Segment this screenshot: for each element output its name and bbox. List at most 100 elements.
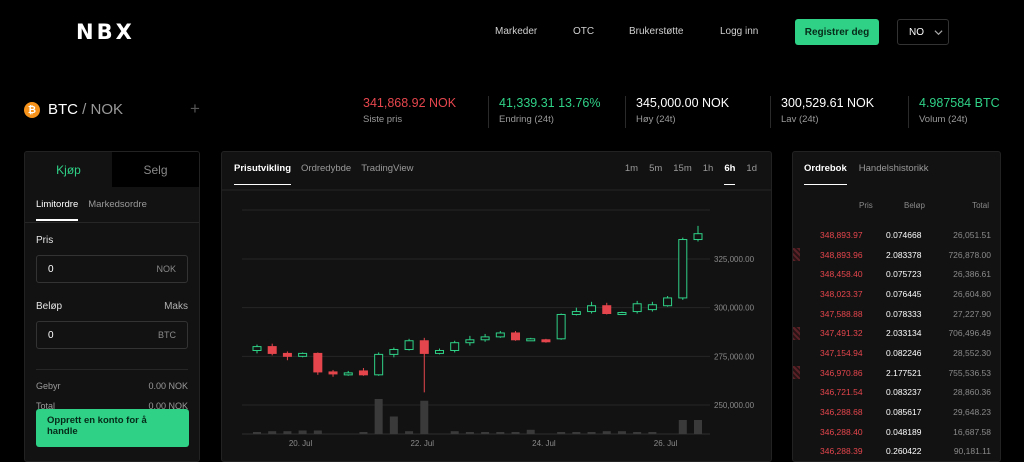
volume-bar (481, 432, 490, 434)
fee-row: Gebyr 0.00 NOK (25, 370, 199, 391)
price-label: Pris (36, 235, 54, 246)
orderbook-row[interactable]: 348,458.40 0.075723 26,386.61 (793, 264, 1000, 284)
row-price: 348,893.96 (820, 249, 863, 260)
tab-handelshistorikk[interactable]: Handelshistorikk (859, 163, 929, 185)
nbx-logo[interactable]: NBX (76, 20, 135, 44)
volume-bar (496, 432, 505, 434)
row-price: 346,288.68 (820, 407, 863, 418)
total-row: Total 0.00 NOK (25, 391, 199, 411)
register-button[interactable]: Registrer deg (795, 19, 879, 45)
row-total: 26,386.61 (953, 269, 991, 280)
volume-bar (283, 431, 292, 434)
depth-marker (793, 326, 800, 340)
range-6h[interactable]: 6h (724, 163, 736, 185)
stat-low: 300,529.61 NOK Lav (24t) (770, 96, 874, 128)
stat-label: Lav (24t) (781, 114, 819, 125)
nav-otc[interactable]: OTC (573, 26, 594, 37)
language-select[interactable]: NO (897, 19, 949, 45)
stat-value: 341,868.92 NOK (363, 96, 457, 110)
row-price: 348,893.97 (820, 229, 863, 240)
candle-down (602, 305, 612, 315)
price-input[interactable]: 0 NOK (36, 255, 188, 283)
col-header-total: Total (972, 201, 989, 210)
orderbook-row[interactable]: 347,588.88 0.078333 27,227.90 (793, 304, 1000, 324)
volume-bar (389, 416, 398, 434)
nav-brukerstotte[interactable]: Brukerstøtte (629, 26, 683, 37)
candle-down (541, 339, 551, 343)
price-unit: NOK (156, 264, 176, 274)
max-amount-link[interactable]: Maks (164, 301, 188, 312)
candle-up (480, 336, 490, 341)
range-5m[interactable]: 5m (649, 163, 662, 185)
candle-up (389, 349, 399, 355)
stat-high: 345,000.00 NOK Høy (24t) (625, 96, 729, 128)
volume-bar (602, 431, 611, 434)
plus-icon[interactable]: + (190, 99, 200, 119)
row-amount: 2.083378 (886, 249, 922, 260)
range-1d[interactable]: 1d (746, 163, 757, 185)
candle-up (571, 311, 581, 315)
stat-label: Endring (24t) (499, 114, 554, 125)
tab-buy[interactable]: Kjøp (25, 152, 112, 187)
chart-view-tabs: Prisutvikling Ordredybde TradingView (234, 163, 413, 185)
range-1h[interactable]: 1h (703, 163, 714, 185)
range-1m[interactable]: 1m (625, 163, 638, 185)
row-amount: 0.076445 (886, 288, 922, 299)
candle-up (298, 352, 308, 357)
stat-label: Høy (24t) (636, 114, 676, 125)
row-total: 26,051.51 (953, 229, 991, 240)
candle-up (678, 239, 688, 299)
orderbook-row[interactable]: 347,154.94 0.082246 28,552.30 (793, 343, 1000, 363)
row-amount: 2.177521 (886, 367, 922, 378)
orderbook-row[interactable]: 348,893.96 2.083378 726,878.00 (793, 245, 1000, 265)
x-tick-label: 26. Jul (654, 439, 678, 448)
nav-logg-inn[interactable]: Logg inn (720, 26, 758, 37)
candlestick-chart[interactable]: 325,000.00 300,000.00 275,000.00 250,000.00… (222, 152, 772, 462)
row-price: 346,288.39 (820, 446, 863, 457)
nav-markeder[interactable]: Markeder (495, 26, 537, 37)
x-tick-label: 22. Jul (410, 439, 434, 448)
row-total: 90,181.11 (953, 446, 991, 457)
row-total: 29,648.23 (953, 407, 991, 418)
tab-limit-order[interactable]: Limitordre (36, 199, 79, 221)
orderbook-row[interactable]: 348,893.97 0.074668 26,051.51 (793, 225, 1000, 245)
orderbook-row[interactable]: 346,721.54 0.083237 28,860.36 (793, 383, 1000, 403)
buy-sell-tabs: Kjøp Selg (25, 152, 199, 187)
chart-panel: 325,000.00 300,000.00 275,000.00 250,000.00… (221, 151, 772, 462)
orderbook-row[interactable]: 346,288.40 0.048189 16,687.58 (793, 422, 1000, 442)
volume-bar (313, 430, 322, 434)
tab-ordredybde[interactable]: Ordredybde (301, 163, 351, 185)
tab-tradingview[interactable]: TradingView (361, 163, 413, 185)
amount-input-value: 0 (48, 329, 54, 341)
row-price: 347,491.32 (820, 328, 863, 339)
volume-bar (678, 420, 687, 434)
tab-ordrebok[interactable]: Ordrebok (804, 163, 847, 185)
volume-bar (572, 432, 581, 434)
orderbook-row[interactable]: 346,970.86 2.177521 755,536.53 (793, 363, 1000, 383)
volume-bar (359, 432, 368, 434)
candle-up (693, 233, 703, 241)
market-pair[interactable]: BTC / NOK (48, 101, 123, 118)
candle-up (450, 342, 460, 351)
tab-prisutvikling[interactable]: Prisutvikling (234, 163, 292, 185)
orderbook-row[interactable]: 348,023.37 0.076445 26,604.80 (793, 284, 1000, 304)
candle-up (587, 305, 597, 313)
amount-unit: BTC (158, 330, 176, 340)
create-account-button[interactable]: Opprett en konto for å handle (36, 409, 189, 447)
volume-bar (450, 431, 459, 434)
candle-up (526, 338, 536, 342)
tab-sell[interactable]: Selg (112, 152, 199, 187)
price-label-row: Pris (25, 223, 199, 246)
candle-down (267, 346, 277, 354)
range-15m[interactable]: 15m (673, 163, 691, 185)
orderbook-row[interactable]: 346,288.39 0.260422 90,181.11 (793, 442, 1000, 461)
orderbook-row[interactable]: 347,491.32 2.033134 706,496.49 (793, 323, 1000, 343)
orderbook-row[interactable]: 346,288.68 0.085617 29,648.23 (793, 402, 1000, 422)
row-total: 28,552.30 (953, 347, 991, 358)
candle-up (663, 297, 673, 307)
row-total: 726,878.00 (948, 249, 991, 260)
stat-label: Volum (24t) (919, 114, 968, 125)
tab-market-order[interactable]: Markedsordre (88, 199, 147, 222)
y-tick-label: 250,000.00 (714, 401, 755, 410)
amount-input[interactable]: 0 BTC (36, 321, 188, 349)
